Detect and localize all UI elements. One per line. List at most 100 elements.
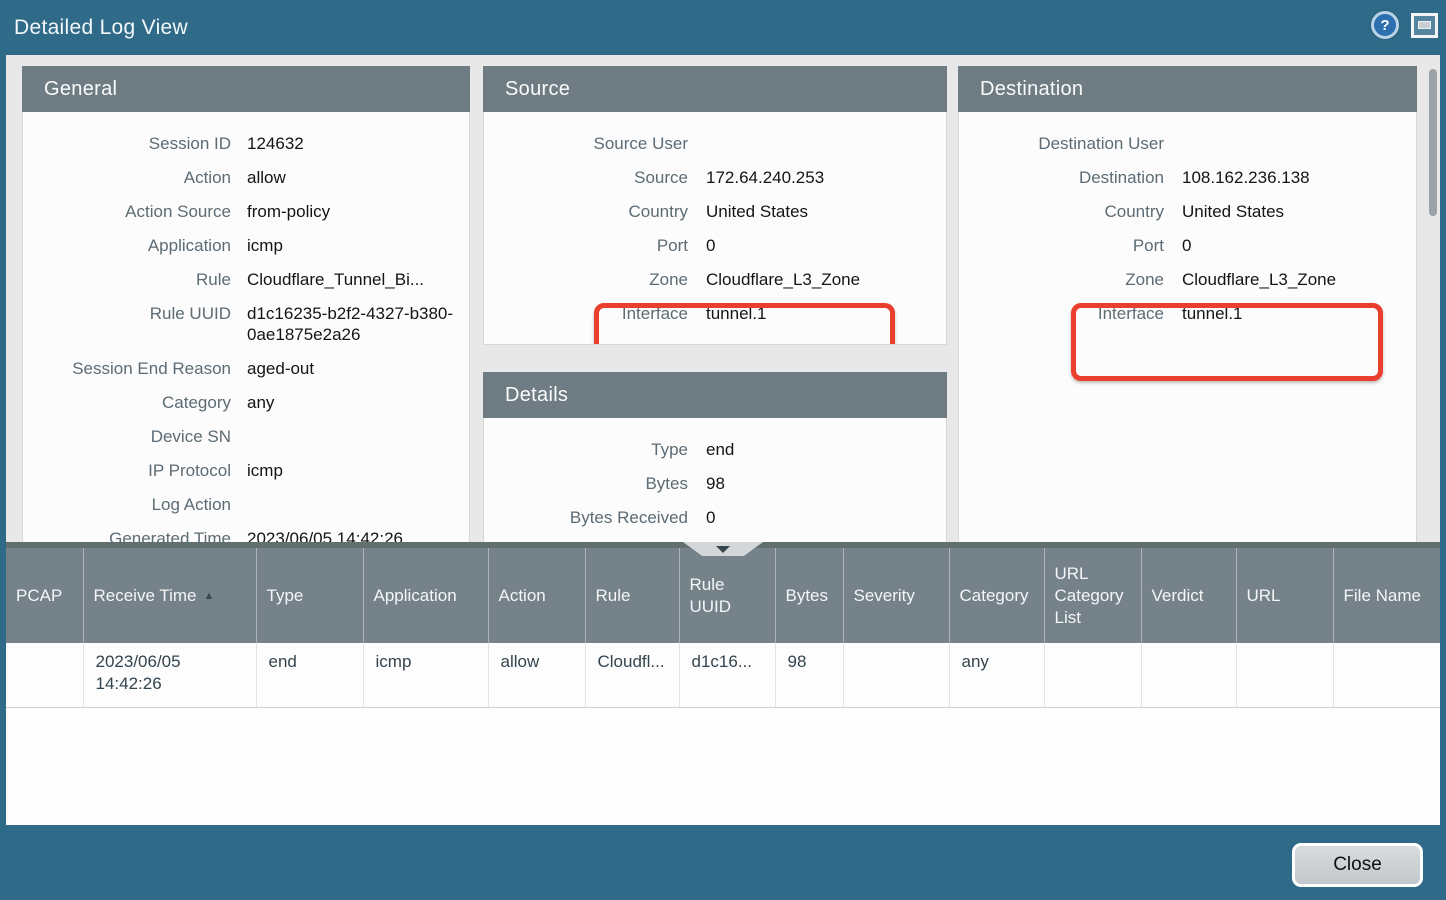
field-row: Actionallow [23, 160, 469, 194]
field-row: ZoneCloudflare_L3_Zone [484, 262, 946, 296]
restore-window-icon[interactable] [1411, 13, 1438, 38]
column-header-label: Application [374, 586, 457, 605]
column-header-type[interactable]: Type [256, 548, 363, 643]
cell-rule-uuid: d1c16... [679, 643, 775, 707]
table-header-row: PCAP Receive Time▲ Type Application Acti… [6, 548, 1440, 643]
field-value: from-policy [247, 201, 469, 222]
column-header-verdict[interactable]: Verdict [1141, 548, 1236, 643]
field-label: Log Action [23, 494, 231, 515]
destination-panel: Destination Destination User Destination… [958, 66, 1417, 548]
log-table: PCAP Receive Time▲ Type Application Acti… [6, 548, 1440, 708]
sort-asc-icon: ▲ [203, 590, 214, 602]
field-label: Bytes [484, 473, 688, 494]
column-header-url-category-list[interactable]: URL Category List [1044, 548, 1141, 643]
field-value: 98 [706, 473, 946, 494]
field-row: Source172.64.240.253 [484, 160, 946, 194]
detail-panels-area: General Session ID 124632 Actionallow Act… [6, 55, 1440, 548]
details-panel: Details Typeend Bytes 98 Bytes Received 0 [483, 372, 947, 548]
cell-rule: Cloudfl... [585, 643, 679, 707]
field-value: United States [1182, 201, 1416, 222]
log-table-area: PCAP Receive Time▲ Type Application Acti… [6, 542, 1440, 825]
field-label: Bytes Received [484, 507, 688, 528]
field-row: Interface tunnel.1 [959, 296, 1416, 330]
field-label: Rule [23, 269, 231, 290]
column-header-receive-time[interactable]: Receive Time▲ [83, 548, 256, 643]
cell-verdict [1141, 643, 1236, 707]
general-panel-header: General [22, 66, 470, 112]
field-label: Application [23, 235, 231, 256]
details-panel-body: Typeend Bytes 98 Bytes Received 0 [483, 418, 947, 548]
help-icon[interactable]: ? [1371, 11, 1399, 39]
field-row: Bytes 98 [484, 466, 946, 500]
field-row: Bytes Received 0 [484, 500, 946, 534]
field-row: Zone Cloudflare_L3_Zone [959, 262, 1416, 296]
cell-file-name [1333, 643, 1440, 707]
field-value: icmp [247, 460, 469, 481]
column-header-label: Action [499, 586, 546, 605]
field-label: Interface [959, 303, 1164, 324]
field-label: Session ID [23, 133, 231, 154]
column-header-bytes[interactable]: Bytes [775, 548, 843, 643]
field-row: Interfacetunnel.1 [484, 296, 946, 330]
dialog-title: Detailed Log View [14, 0, 188, 55]
field-value: 0 [1182, 235, 1416, 256]
column-header-label: Rule [596, 586, 631, 605]
column-header-label: File Name [1344, 586, 1421, 605]
source-panel: Source Source User Source172.64.240.253 … [483, 66, 947, 345]
field-value: 108.162.236.138 [1182, 167, 1416, 188]
field-value: allow [247, 167, 469, 188]
field-value: Cloudflare_L3_Zone [1182, 269, 1416, 290]
field-label: Destination [959, 167, 1164, 188]
field-value: tunnel.1 [1182, 303, 1416, 324]
cell-receive-time: 2023/06/05 14:42:26 [83, 643, 256, 707]
column-header-action[interactable]: Action [488, 548, 585, 643]
field-label: Zone [959, 269, 1164, 290]
field-value: end [706, 439, 946, 460]
cell-pcap [6, 643, 83, 707]
chevron-down-icon [716, 546, 730, 553]
destination-panel-body: Destination User Destination108.162.236.… [958, 112, 1417, 548]
column-header-application[interactable]: Application [363, 548, 488, 643]
field-row: Rule UUIDd1c16235-b2f2-4327-b380-0ae1875… [23, 296, 469, 351]
column-header-category[interactable]: Category [949, 548, 1044, 643]
column-header-label: Bytes [786, 586, 829, 605]
field-label: Interface [484, 303, 688, 324]
field-row: CountryUnited States [484, 194, 946, 228]
column-header-label: Severity [854, 586, 915, 605]
field-value: any [247, 392, 469, 413]
column-header-file-name[interactable]: File Name [1333, 548, 1440, 643]
cell-category: any [949, 643, 1044, 707]
field-label: IP Protocol [23, 460, 231, 481]
field-label: Port [484, 235, 688, 256]
field-row: IP Protocol icmp [23, 453, 469, 487]
field-value: d1c16235-b2f2-4327-b380-0ae1875e2a26 [247, 303, 469, 345]
column-header-rule-uuid[interactable]: Rule UUID [679, 548, 775, 643]
column-header-severity[interactable]: Severity [843, 548, 949, 643]
vertical-scrollbar-thumb[interactable] [1429, 69, 1437, 216]
field-row: Action Sourcefrom-policy [23, 194, 469, 228]
column-header-label: URL Category List [1055, 564, 1124, 627]
details-panel-header: Details [483, 372, 947, 418]
column-header-rule[interactable]: Rule [585, 548, 679, 643]
field-label: Category [23, 392, 231, 413]
field-value: 0 [706, 507, 946, 528]
column-header-label: URL [1247, 586, 1281, 605]
close-button[interactable]: Close [1292, 843, 1423, 887]
field-row: Session End Reasonaged-out [23, 351, 469, 385]
table-row[interactable]: 2023/06/05 14:42:26 end icmp allow Cloud… [6, 643, 1440, 707]
column-header-url[interactable]: URL [1236, 548, 1333, 643]
cell-bytes: 98 [775, 643, 843, 707]
field-value: aged-out [247, 358, 469, 379]
field-value: 0 [706, 235, 946, 256]
field-value: Cloudflare_L3_Zone [706, 269, 946, 290]
field-row: Device SN [23, 419, 469, 453]
footer: Close [0, 825, 1446, 900]
cell-application: icmp [363, 643, 488, 707]
column-header-pcap[interactable]: PCAP [6, 548, 83, 643]
field-row: Port 0 [484, 228, 946, 262]
column-header-label: Category [960, 586, 1029, 605]
field-label: Source [484, 167, 688, 188]
field-row: Typeend [484, 432, 946, 466]
field-row: Category any [23, 385, 469, 419]
field-value: 124632 [247, 133, 469, 154]
